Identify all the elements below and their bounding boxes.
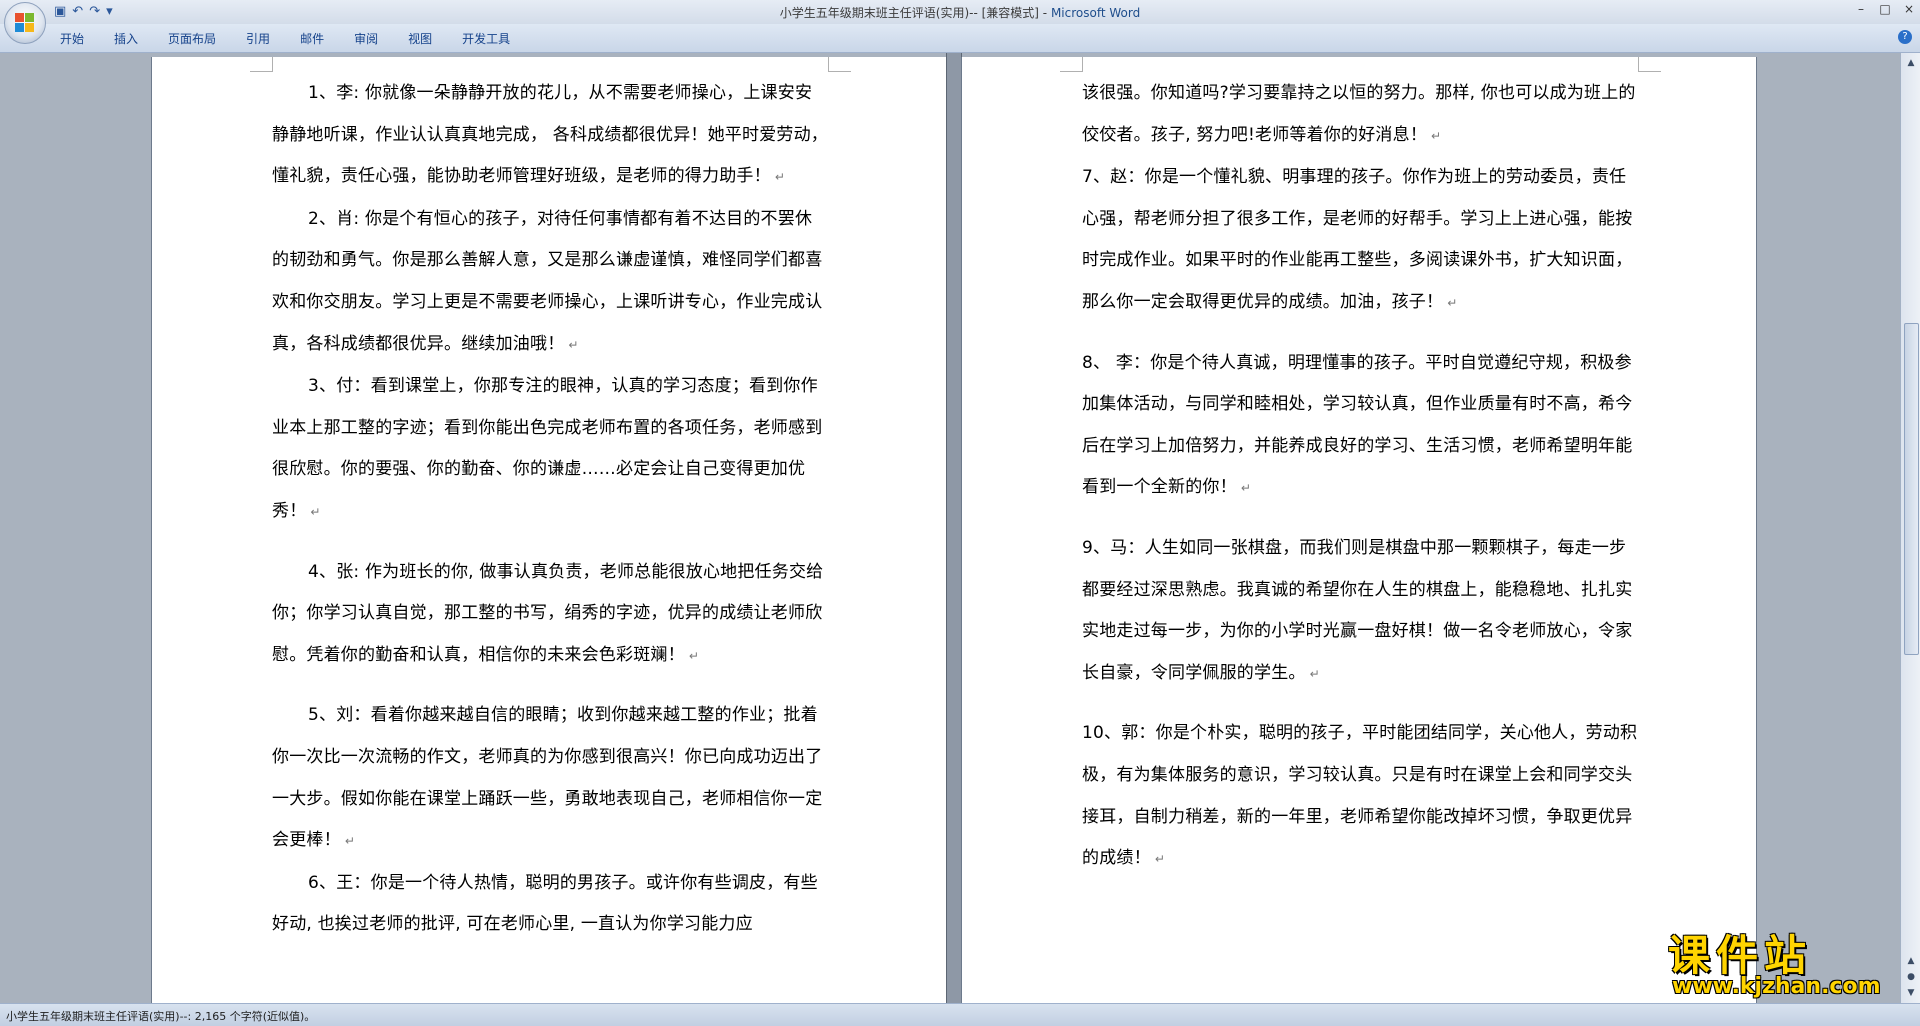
paragraph-mark-icon: ↵ xyxy=(310,504,321,519)
paragraph-text: 该很强。你知道吗?学习要靠持之以恒的努力。那样, 你也可以成为班上的佼佼者。孩子… xyxy=(1082,83,1636,145)
close-icon[interactable]: × xyxy=(1902,2,1916,16)
margin-corner xyxy=(828,57,851,72)
window-controls: – □ × xyxy=(1854,2,1916,16)
office-button[interactable] xyxy=(4,2,46,44)
paragraph-text: 6、王：你是一个待人热情，聪明的男孩子。或许你有些调皮，有些好动, 也挨过老师的… xyxy=(272,872,818,935)
paragraph-text: 2、肖: 你是个有恒心的孩子，对待任何事情都有着不达目的不罢休的韧劲和勇气。你是… xyxy=(272,208,823,354)
paragraph-text: 1、李: 你就像一朵静静开放的花儿，从不需要老师操心，上课安安静静地听课，作业认… xyxy=(272,83,829,187)
document-paragraph[interactable]: 1、李: 你就像一朵静静开放的花儿，从不需要老师操心，上课安安静静地听课，作业认… xyxy=(272,73,828,199)
scroll-up-icon[interactable]: ▲ xyxy=(1903,55,1919,71)
paragraph-spacing xyxy=(272,677,828,695)
paragraph-spacing xyxy=(1082,325,1638,343)
document-paragraph[interactable]: 7、赵：你是一个懂礼貌、明事理的孩子。你作为班上的劳动委员，责任心强，帮老师分担… xyxy=(1082,157,1638,324)
document-paragraph[interactable]: 10、郭：你是个朴实，聪明的孩子，平时能团结同学，关心他人，劳动积极，有为集体服… xyxy=(1082,713,1638,880)
paragraph-text: 8、 李：你是个待人真诚，明理懂事的孩子。平时自觉遵纪守规，积极参加集体活动，与… xyxy=(1082,352,1633,498)
maximize-icon[interactable]: □ xyxy=(1878,2,1892,16)
watermark-url: www.kjzhan.com xyxy=(1672,974,1881,999)
document-paragraph[interactable]: 6、王：你是一个待人热情，聪明的男孩子。或许你有些调皮，有些好动, 也挨过老师的… xyxy=(272,863,828,946)
window-title: 小学生五年级期末班主任评语(实用)-- [兼容模式] - Microsoft W… xyxy=(0,4,1920,21)
paragraph-spacing xyxy=(1082,695,1638,713)
right-page-text[interactable]: 该很强。你知道吗?学习要靠持之以恒的努力。那样, 你也可以成为班上的佼佼者。孩子… xyxy=(1082,73,1638,881)
help-icon[interactable]: ? xyxy=(1898,30,1912,44)
paragraph-text: 3、付：看到课堂上，你那专注的眼神，认真的学习态度；看到你作业本上那工整的字迹；… xyxy=(272,376,823,521)
paragraph-text: 7、赵：你是一个懂礼貌、明事理的孩子。你作为班上的劳动委员，责任心强，帮老师分担… xyxy=(1082,167,1633,312)
tab-references[interactable]: 引用 xyxy=(246,30,270,47)
document-paragraph[interactable]: 9、马：人生如同一张棋盘，而我们则是棋盘中那一颗颗棋子，每走一步都要经过深思熟虑… xyxy=(1082,528,1638,695)
tab-review[interactable]: 审阅 xyxy=(354,30,378,47)
paragraph-mark-icon: ↵ xyxy=(568,337,579,352)
vertical-scrollbar[interactable]: ▲ ▲ ● ▼ xyxy=(1900,53,1920,1003)
document-paragraph[interactable]: 2、肖: 你是个有恒心的孩子，对待任何事情都有着不达目的不罢休的韧劲和勇气。你是… xyxy=(272,199,828,366)
app-name: Microsoft Word xyxy=(1050,6,1141,20)
ribbon-tabs: 开始 插入 页面布局 引用 邮件 审阅 视图 开发工具 xyxy=(60,30,540,47)
paragraph-mark-icon: ↵ xyxy=(1431,128,1442,143)
paragraph-mark-icon: ↵ xyxy=(1240,481,1252,496)
paragraph-spacing xyxy=(272,534,828,552)
document-title: 小学生五年级期末班主任评语(实用)-- [兼容模式] - xyxy=(779,6,1051,20)
paragraph-mark-icon: ↵ xyxy=(1447,295,1458,310)
paragraph-text: 4、张: 作为班长的你, 做事认真负责，老师总能很放心地把任务交给你；你学习认真… xyxy=(272,561,824,665)
office-logo-icon xyxy=(15,13,35,33)
page-right[interactable]: 该很强。你知道吗?学习要靠持之以恒的努力。那样, 你也可以成为班上的佼佼者。孩子… xyxy=(961,57,1757,1003)
document-paragraph[interactable]: 8、 李：你是个待人真诚，明理懂事的孩子。平时自觉遵纪守规，积极参加集体活动，与… xyxy=(1082,343,1638,510)
document-paragraph[interactable]: 5、刘：看着你越来越自信的眼睛；收到你越来越工整的作业；批着你一次比一次流畅的作… xyxy=(272,695,828,862)
tab-insert[interactable]: 插入 xyxy=(114,30,138,47)
paragraph-text: 9、马：人生如同一张棋盘，而我们则是棋盘中那一颗颗棋子，每走一步都要经过深思熟虑… xyxy=(1082,537,1633,683)
watermark-logo: 课件站 www.kjzhan.com xyxy=(1668,922,1908,1002)
tab-home[interactable]: 开始 xyxy=(60,30,84,47)
paragraph-mark-icon: ↵ xyxy=(1309,666,1320,681)
tab-mailings[interactable]: 邮件 xyxy=(300,30,324,47)
tab-page-layout[interactable]: 页面布局 xyxy=(168,30,216,47)
status-bar: 小学生五年级期末班主任评语(实用)--: 2,165 个字符(近似值)。 xyxy=(0,1003,1920,1026)
paragraph-text: 5、刘：看着你越来越自信的眼睛；收到你越来越工整的作业；批着你一次比一次流畅的作… xyxy=(272,705,823,851)
margin-corner xyxy=(250,57,273,72)
paragraph-mark-icon: ↵ xyxy=(1154,852,1166,867)
page-separator xyxy=(946,53,962,1003)
document-paragraph[interactable]: 3、付：看到课堂上，你那专注的眼神，认真的学习态度；看到你作业本上那工整的字迹；… xyxy=(272,366,828,533)
left-page-text[interactable]: 1、李: 你就像一朵静静开放的花儿，从不需要老师操心，上课安安静静地听课，作业认… xyxy=(272,73,828,946)
paragraph-text: 10、郭：你是个朴实，聪明的孩子，平时能团结同学，关心他人，劳动积极，有为集体服… xyxy=(1082,723,1638,869)
tab-developer[interactable]: 开发工具 xyxy=(462,30,510,47)
ribbon-tab-bar: 开始 插入 页面布局 引用 邮件 审阅 视图 开发工具 ? xyxy=(0,24,1920,53)
status-text: 小学生五年级期末班主任评语(实用)--: 2,165 个字符(近似值)。 xyxy=(6,1010,316,1023)
document-paragraph[interactable]: 该很强。你知道吗?学习要靠持之以恒的努力。那样, 你也可以成为班上的佼佼者。孩子… xyxy=(1082,73,1638,157)
scrollbar-thumb[interactable] xyxy=(1904,323,1919,655)
page-left[interactable]: 1、李: 你就像一朵静静开放的花儿，从不需要老师操心，上课安安静静地听课，作业认… xyxy=(151,57,947,1003)
paragraph-mark-icon: ↵ xyxy=(688,648,700,663)
minimize-icon[interactable]: – xyxy=(1854,2,1868,16)
margin-corner xyxy=(1638,57,1661,72)
document-paragraph[interactable]: 4、张: 作为班长的你, 做事认真负责，老师总能很放心地把任务交给你；你学习认真… xyxy=(272,552,828,678)
paragraph-mark-icon: ↵ xyxy=(774,170,786,185)
margin-corner xyxy=(1060,57,1083,72)
paragraph-spacing xyxy=(1082,510,1638,528)
tab-view[interactable]: 视图 xyxy=(408,30,432,47)
document-workspace: 1、李: 你就像一朵静静开放的花儿，从不需要老师操心，上课安安静静地听课，作业认… xyxy=(0,53,1900,1003)
paragraph-mark-icon: ↵ xyxy=(344,834,356,849)
title-bar: ▣ ↶ ↷ ▾ 小学生五年级期末班主任评语(实用)-- [兼容模式] - Mic… xyxy=(0,0,1920,44)
